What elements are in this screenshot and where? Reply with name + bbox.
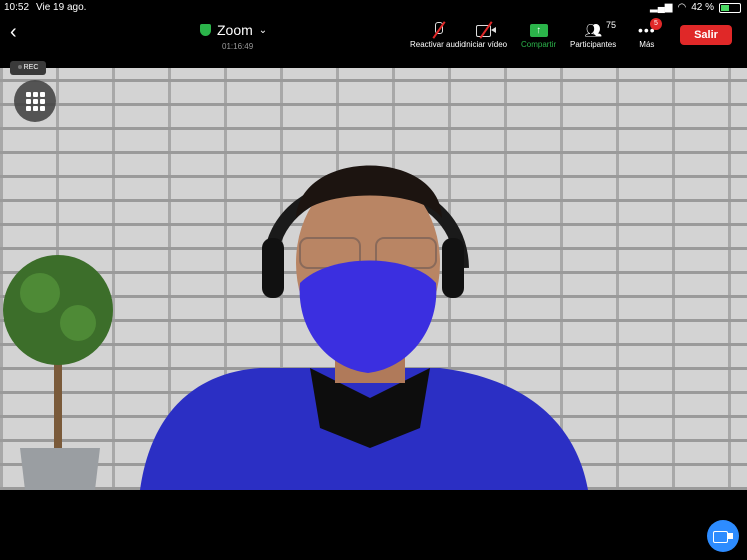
recording-indicator: REC bbox=[10, 61, 46, 75]
video-camera-icon bbox=[713, 530, 733, 543]
gallery-grid-icon bbox=[25, 91, 45, 111]
more-badge: 5 bbox=[650, 18, 662, 30]
back-chevron-icon[interactable]: ‹ bbox=[10, 22, 17, 42]
leave-button[interactable]: Salir bbox=[680, 25, 732, 45]
participants-button[interactable]: 👥︎ 75 Participantes bbox=[570, 20, 616, 49]
more-button[interactable]: ••• 5 Más bbox=[638, 18, 662, 49]
participant-video bbox=[0, 68, 747, 490]
start-video-button[interactable]: Iniciar vídeo bbox=[464, 20, 507, 49]
signal-icon: ▂▄▆ bbox=[650, 2, 673, 13]
wifi-icon: ◠ bbox=[677, 2, 687, 13]
battery-icon bbox=[719, 2, 741, 13]
video-off-icon bbox=[475, 21, 496, 39]
app-title: Zoom bbox=[217, 22, 253, 38]
gallery-view-button[interactable] bbox=[14, 80, 56, 122]
unmute-audio-button[interactable]: Reactivar audio bbox=[410, 20, 466, 49]
meeting-title[interactable]: Zoom ⌄ bbox=[200, 22, 267, 38]
meeting-elapsed: 01:16:49 bbox=[222, 42, 254, 51]
share-arrow-icon: ↑ bbox=[529, 23, 548, 37]
battery-percent: 42 % bbox=[691, 2, 714, 13]
participants-icon: 👥︎ bbox=[584, 21, 603, 38]
shield-check-icon bbox=[200, 24, 211, 36]
muted-mic-icon bbox=[431, 21, 446, 39]
chevron-down-icon: ⌄ bbox=[258, 24, 268, 36]
status-right: ▂▄▆ ◠ 42 % bbox=[650, 2, 741, 13]
share-button[interactable]: ↑ Compartir bbox=[521, 20, 556, 49]
status-time: 10:52 bbox=[4, 2, 30, 13]
status-date: Vie 19 ago. bbox=[36, 2, 87, 13]
status-bar: 10:52 Vie 19 ago. ▂▄▆ ◠ 42 % bbox=[0, 0, 747, 16]
participants-count: 75 bbox=[606, 20, 617, 30]
video-scene bbox=[3, 165, 588, 490]
meeting-toolbar: ‹ Zoom ⌄ 01:16:49 Reactivar audio Inicia… bbox=[0, 16, 747, 56]
video-fab-button[interactable] bbox=[707, 520, 739, 552]
